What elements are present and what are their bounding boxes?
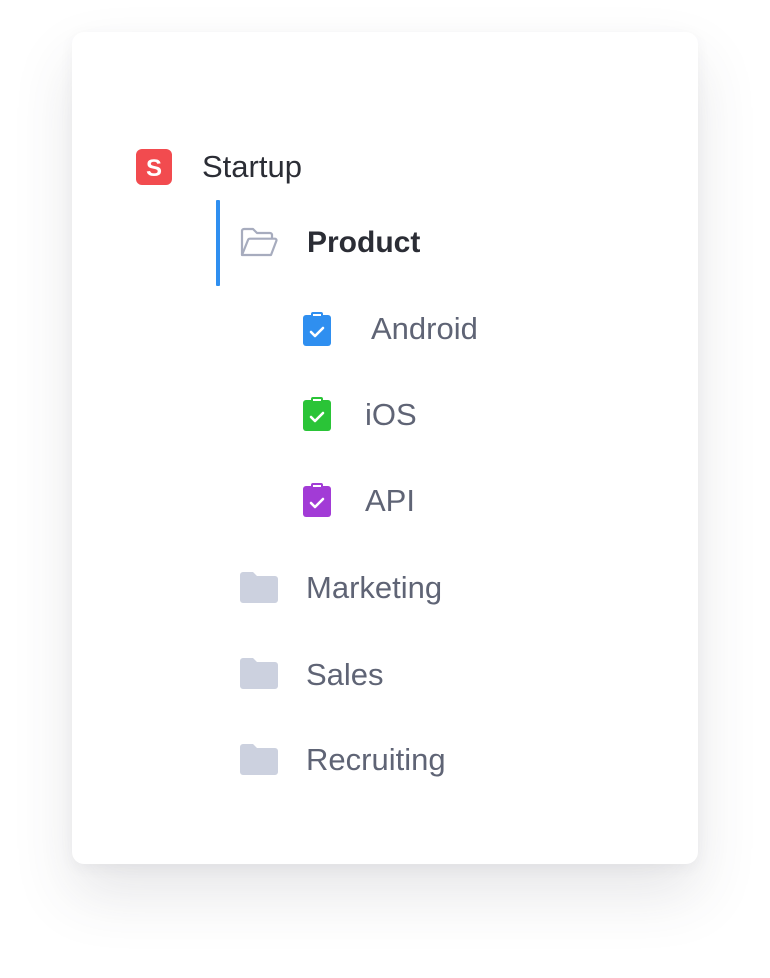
- list-item-ios[interactable]: iOS: [72, 372, 698, 458]
- folder-icon: [240, 744, 278, 775]
- list-item-android[interactable]: Android: [72, 286, 698, 372]
- folder-label-sales: Sales: [306, 657, 384, 692]
- list-label-ios: iOS: [365, 397, 417, 432]
- folder-label-recruiting: Recruiting: [306, 742, 446, 777]
- clipboard-check-icon: [303, 312, 331, 346]
- folder-icon: [240, 572, 278, 603]
- folder-icon: [240, 658, 278, 689]
- active-indicator: [216, 200, 220, 286]
- workspace-logo-icon: S: [136, 149, 172, 185]
- folder-item-sales[interactable]: Sales: [72, 630, 698, 716]
- folder-item-marketing[interactable]: Marketing: [72, 544, 698, 630]
- list-item-api[interactable]: API: [72, 458, 698, 544]
- sidebar-card: S Startup Product Android iOS API Market…: [72, 32, 698, 864]
- clipboard-check-icon: [303, 397, 331, 431]
- folder-label-product: Product: [307, 226, 421, 259]
- workspace-name: Startup: [202, 149, 302, 184]
- folder-item-product[interactable]: Product: [72, 200, 698, 286]
- list-label-android: Android: [371, 311, 478, 346]
- folder-open-icon: [240, 227, 278, 257]
- clipboard-check-icon: [303, 483, 331, 517]
- folder-item-recruiting[interactable]: Recruiting: [72, 716, 698, 802]
- workspace-badge-letter: S: [146, 155, 162, 182]
- list-label-api: API: [365, 483, 415, 518]
- folder-label-marketing: Marketing: [306, 570, 443, 605]
